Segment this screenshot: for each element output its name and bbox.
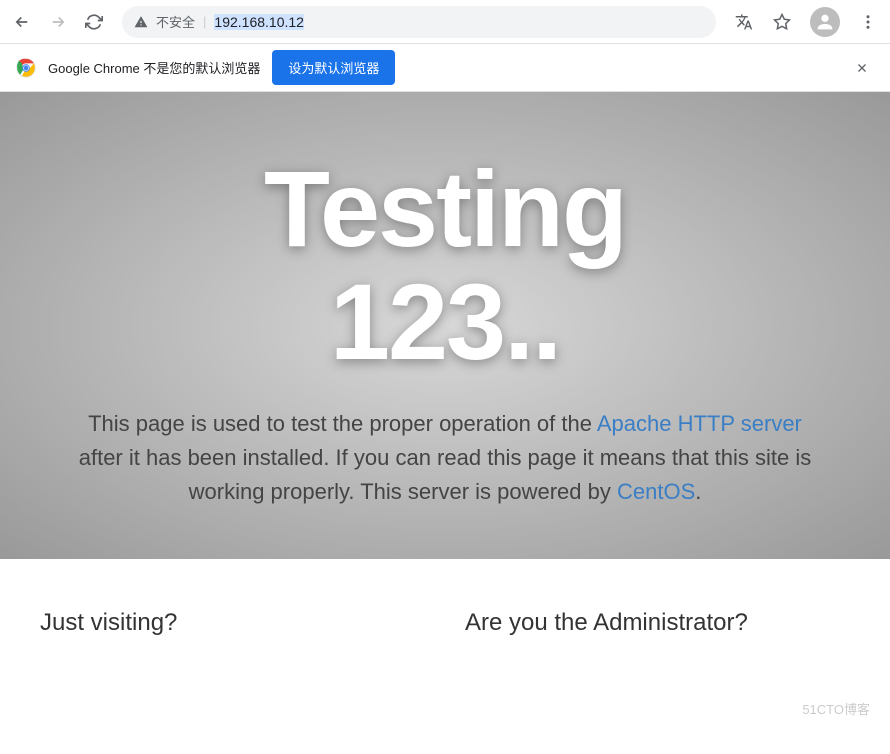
arrow-right-icon bbox=[49, 13, 67, 31]
column-left: Just visiting? bbox=[40, 609, 425, 637]
browser-toolbar: 不安全 | 192.168.10.12 bbox=[0, 0, 890, 44]
arrow-left-icon bbox=[13, 13, 31, 31]
url-text: 192.168.10.12 bbox=[214, 14, 304, 30]
translate-icon bbox=[735, 13, 753, 31]
hero-section: Testing123.. This page is used to test t… bbox=[0, 92, 890, 559]
left-heading: Just visiting? bbox=[40, 609, 425, 637]
reload-icon bbox=[85, 13, 103, 31]
hero-title: Testing123.. bbox=[40, 152, 850, 379]
forward-button bbox=[44, 8, 72, 36]
columns-section: Just visiting? Are you the Administrator… bbox=[0, 559, 890, 657]
bookmark-button[interactable] bbox=[768, 8, 796, 36]
default-browser-infobar: Google Chrome 不是您的默认浏览器 设为默认浏览器 bbox=[0, 44, 890, 92]
set-default-button[interactable]: 设为默认浏览器 bbox=[272, 50, 395, 85]
hero-description: This page is used to test the proper ope… bbox=[40, 407, 850, 509]
infobar-close-button[interactable] bbox=[850, 56, 874, 80]
translate-button[interactable] bbox=[730, 8, 758, 36]
profile-avatar[interactable] bbox=[810, 7, 840, 37]
centos-link[interactable]: CentOS bbox=[617, 479, 695, 504]
infobar-message: Google Chrome 不是您的默认浏览器 bbox=[48, 58, 260, 77]
url-divider: | bbox=[203, 14, 206, 29]
security-label: 不安全 bbox=[156, 12, 195, 31]
reload-button[interactable] bbox=[80, 8, 108, 36]
person-icon bbox=[814, 11, 836, 33]
back-button[interactable] bbox=[8, 8, 36, 36]
warning-icon bbox=[134, 15, 148, 29]
menu-button[interactable] bbox=[854, 8, 882, 36]
right-heading: Are you the Administrator? bbox=[465, 609, 850, 637]
close-icon bbox=[855, 61, 869, 75]
column-right: Are you the Administrator? bbox=[465, 609, 850, 637]
more-vert-icon bbox=[859, 13, 877, 31]
apache-link[interactable]: Apache HTTP server bbox=[597, 411, 802, 436]
star-icon bbox=[773, 13, 791, 31]
address-bar[interactable]: 不安全 | 192.168.10.12 bbox=[122, 6, 716, 38]
chrome-icon bbox=[16, 58, 36, 78]
toolbar-right bbox=[730, 7, 882, 37]
page-content: Testing123.. This page is used to test t… bbox=[0, 92, 890, 754]
